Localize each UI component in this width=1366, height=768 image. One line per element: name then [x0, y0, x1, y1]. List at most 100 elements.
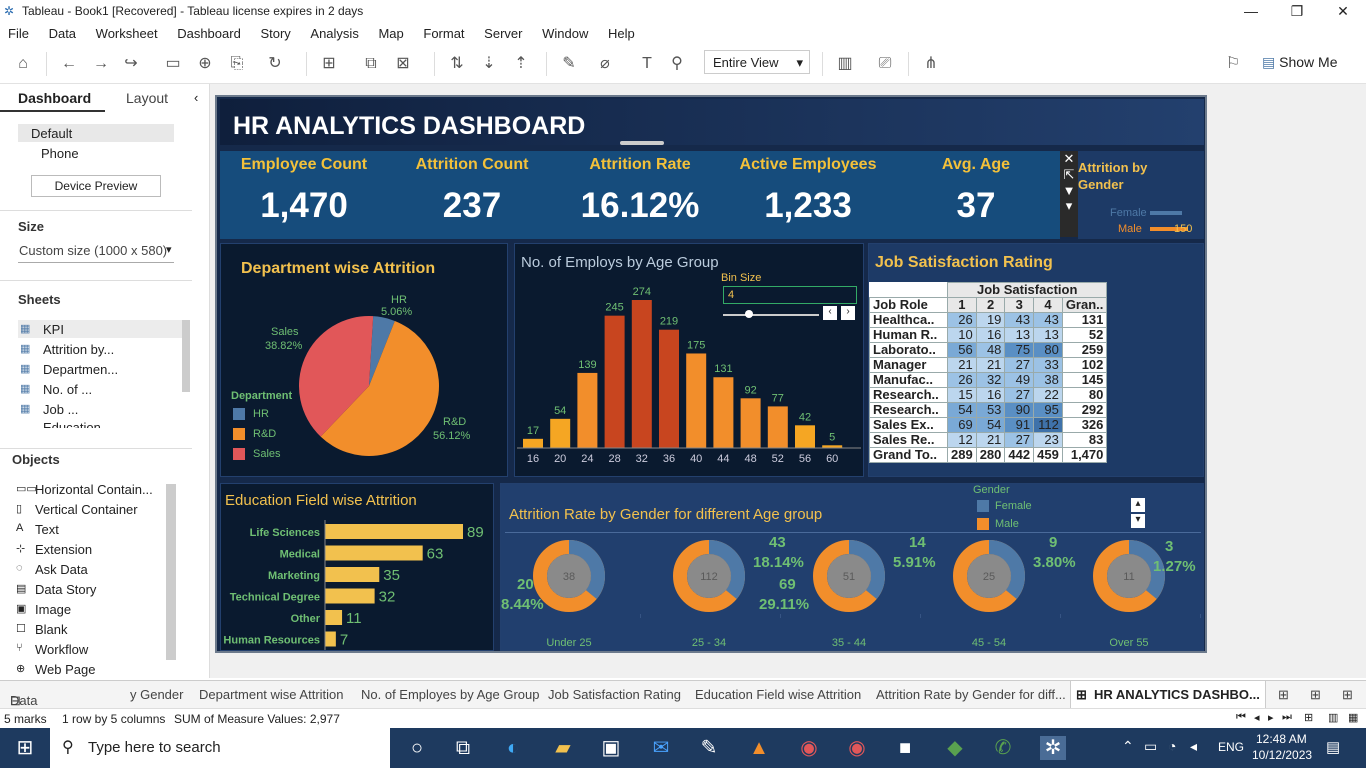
tab-department[interactable]: Department wise Attrition [199, 687, 344, 702]
duplicate-icon[interactable]: ⧉ [360, 54, 382, 74]
restore-button[interactable]: ❐ [1274, 0, 1320, 22]
replay-icon[interactable]: ↪ [120, 54, 142, 74]
paint-icon[interactable]: ⚐ [1222, 54, 1244, 74]
presentation-icon[interactable]: ⎚ [874, 54, 896, 74]
labels-icon[interactable]: T [636, 54, 658, 74]
close-button[interactable]: ✕ [1320, 0, 1366, 22]
menu-data[interactable]: Data [41, 22, 76, 41]
object-text[interactable]: Text [35, 522, 59, 537]
new-dashboard-tab-icon[interactable]: ⊞ [1310, 687, 1321, 703]
tab-dashboard[interactable]: Dashboard [18, 90, 91, 106]
goto-sheet-icon[interactable]: ⇱ [1060, 167, 1078, 183]
intellij-icon[interactable]: ■ [892, 736, 918, 760]
menu-help[interactable]: Help [600, 22, 635, 41]
menu-analysis[interactable]: Analysis [302, 22, 358, 41]
tab-education[interactable]: Education Field wise Attrition [695, 687, 861, 702]
swap-icon[interactable]: ⇅ [446, 54, 468, 74]
menu-window[interactable]: Window [534, 22, 588, 41]
collapse-icon[interactable]: ‹ [194, 90, 198, 105]
sort-asc-icon[interactable]: ⇣ [478, 54, 500, 74]
sheet-item-education[interactable]: Education... [43, 420, 112, 428]
taskbar-search[interactable]: ⚲ Type here to search [50, 728, 390, 768]
nav-next-icon[interactable]: ▸ [1268, 711, 1274, 724]
edu-bar[interactable] [325, 545, 423, 561]
tab-age-group[interactable]: No. of Employes by Age Group [361, 687, 539, 702]
age-bar[interactable] [604, 315, 625, 448]
size-select[interactable]: Custom size (1000 x 580) [19, 243, 167, 258]
volume-icon[interactable]: ◂ [1190, 738, 1197, 755]
group-icon[interactable]: ⌀ [594, 54, 616, 74]
sheet-item-department[interactable]: Departmen... [43, 362, 118, 377]
tab-gender-age[interactable]: Attrition Rate by Gender for diff... [876, 687, 1066, 702]
filter-icon[interactable]: ▼ [1060, 183, 1078, 198]
object-workflow[interactable]: Workflow [35, 642, 88, 657]
cortana-icon[interactable]: ○ [404, 736, 430, 760]
legend-scroll-down-icon[interactable]: ▾ [1131, 514, 1145, 528]
chrome-icon[interactable]: ◉ [796, 736, 822, 760]
nav-prev-icon[interactable]: ◂ [1254, 711, 1260, 724]
object-extension[interactable]: Extension [35, 542, 92, 557]
notifications-icon[interactable]: ▤ [1326, 738, 1340, 756]
stack-app-icon[interactable]: ◆ [942, 736, 968, 760]
new-story-tab-icon[interactable]: ⊞ [1342, 687, 1353, 703]
age-bar[interactable] [713, 377, 734, 448]
clock-time[interactable]: 12:48 AM [1256, 732, 1307, 746]
clock-date[interactable]: 10/12/2023 [1252, 748, 1312, 762]
refresh-icon[interactable]: ↻ [264, 54, 286, 74]
edu-bar[interactable] [325, 588, 375, 604]
more-options-icon[interactable]: ▾ [1060, 198, 1078, 214]
minimize-button[interactable]: — [1228, 0, 1274, 22]
show-cards-icon[interactable]: ▥ [834, 54, 856, 74]
age-bar[interactable] [767, 406, 788, 448]
edu-bar[interactable] [325, 631, 336, 647]
file-explorer-icon[interactable]: ▰ [550, 736, 576, 760]
menu-format[interactable]: Format [415, 22, 464, 41]
drag-handle[interactable] [620, 141, 664, 145]
menu-file[interactable]: File [0, 22, 29, 41]
clear-sheet-icon[interactable]: ⊠ [392, 54, 414, 74]
object-ask-data[interactable]: Ask Data [35, 562, 88, 577]
redo-icon[interactable]: → [90, 54, 112, 74]
age-bar[interactable] [740, 398, 761, 448]
filmstrip-icon[interactable]: ▥ [1328, 711, 1338, 724]
view-select[interactable]: Entire View ▾ [704, 50, 810, 74]
sheet-item-attrition[interactable]: Attrition by... [43, 342, 114, 357]
edge-icon[interactable]: ◐ [500, 736, 526, 760]
objects-scrollbar[interactable] [166, 484, 176, 660]
highlight-icon[interactable]: ✎ [558, 54, 580, 74]
menu-worksheet[interactable]: Worksheet [88, 22, 158, 41]
new-datasource-icon[interactable]: ⊕ [194, 54, 216, 74]
battery-icon[interactable]: ▭ [1144, 738, 1157, 755]
nav-first-icon[interactable]: ⏮ [1236, 711, 1246, 724]
paint-app-icon[interactable]: ✎ [696, 736, 722, 760]
age-bar[interactable] [686, 353, 707, 448]
remove-icon[interactable]: ✕ [1060, 151, 1078, 167]
share-icon[interactable]: ⋔ [920, 54, 942, 74]
female-bar[interactable] [1150, 211, 1182, 215]
task-view-icon[interactable]: ⧉ [450, 736, 476, 760]
age-bar[interactable] [550, 418, 571, 448]
sheets-scrollbar[interactable] [182, 320, 190, 392]
tab-gender[interactable]: y Gender [130, 687, 183, 702]
menu-server[interactable]: Server [476, 22, 522, 41]
device-default[interactable]: Default [31, 126, 72, 141]
show-me-button[interactable]: ▤ Show Me [1262, 54, 1337, 71]
pause-updates-icon[interactable]: ⎘ [226, 54, 248, 74]
nav-last-icon[interactable]: ⏭ [1282, 711, 1292, 724]
age-bar[interactable] [523, 438, 543, 448]
network-icon[interactable]: ◔ [1168, 738, 1176, 754]
tableau-taskbar-icon[interactable]: ✲ [1040, 736, 1066, 760]
vlc-icon[interactable]: ▲ [746, 736, 772, 760]
chrome-profile-icon[interactable]: ◉ [844, 736, 870, 760]
object-image[interactable]: Image [35, 602, 71, 617]
edu-bar[interactable] [325, 610, 343, 625]
sheet-item-age[interactable]: No. of ... [43, 382, 92, 397]
language-indicator[interactable]: ENG [1218, 740, 1244, 754]
pin-icon[interactable]: ⚲ [666, 54, 688, 74]
new-worksheet-tab-icon[interactable]: ⊞ [1278, 687, 1289, 703]
edu-bar[interactable] [325, 567, 380, 582]
object-web-page[interactable]: Web Page [35, 662, 95, 677]
save-icon[interactable]: ▭ [162, 54, 184, 74]
age-bar[interactable] [631, 300, 652, 448]
age-bar[interactable] [795, 425, 815, 448]
